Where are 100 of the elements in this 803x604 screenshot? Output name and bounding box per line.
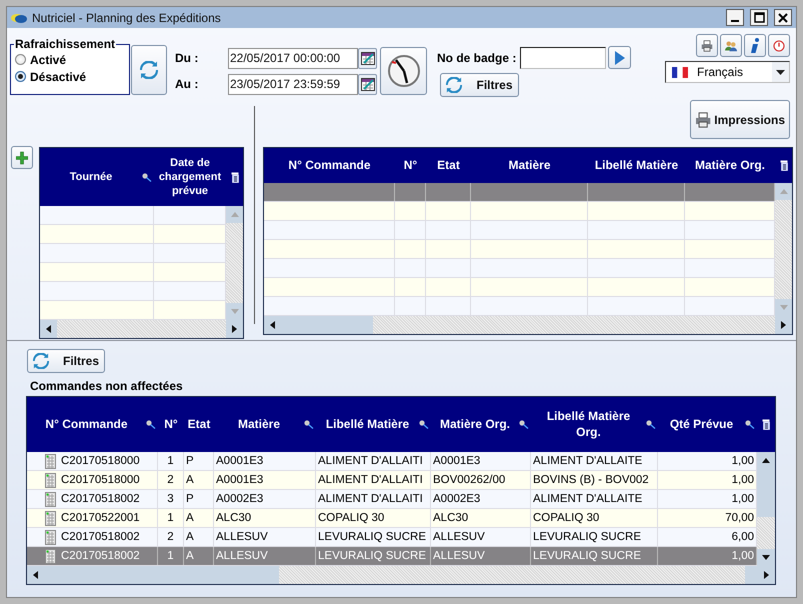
column-header[interactable]: Libellé Matière Org. xyxy=(533,408,644,440)
scrollbar-thumb[interactable] xyxy=(757,469,775,517)
table-cell-text: C20170518000 xyxy=(61,474,141,486)
table-cell-text: C20170518002 xyxy=(61,493,141,505)
clock-icon xyxy=(386,53,422,89)
column-header[interactable]: N° xyxy=(160,416,182,432)
right-arrow-icon[interactable] xyxy=(764,571,769,579)
table-row[interactable]: C20170522001 1 A ALC30 COPALIQ 30 ALC30 COPALIQ 30 70,00 xyxy=(27,509,757,528)
info-icon xyxy=(750,38,760,54)
table-cell-text: A0001E3 xyxy=(216,455,264,467)
print-button[interactable] xyxy=(696,34,718,57)
table-cell-text: C20170518000 xyxy=(61,455,141,467)
table-cell-text: ALIMENT D'ALLAITI xyxy=(318,474,424,486)
document-icon xyxy=(45,548,56,564)
scrollbar-thumb[interactable] xyxy=(281,316,373,334)
group-title: Rafraichissement xyxy=(14,37,116,51)
document-icon xyxy=(45,472,56,488)
table-cell-text: P xyxy=(186,455,195,467)
up-arrow-icon[interactable] xyxy=(762,458,770,463)
table-cell-text: BOVINS (B) - BOV002 xyxy=(533,474,650,486)
date-field[interactable]: 23/05/2017 23:59:59 xyxy=(228,74,358,94)
column-header[interactable]: Qté Prévue xyxy=(660,416,743,432)
radio-button[interactable] xyxy=(15,54,26,65)
clock-button[interactable] xyxy=(380,47,427,95)
info-button[interactable] xyxy=(744,34,766,57)
column-chooser-icon[interactable] xyxy=(230,172,238,182)
date-field[interactable]: 22/05/2017 00:00:00 xyxy=(228,48,358,68)
column-header[interactable]: N° xyxy=(397,158,424,174)
magnifier-icon[interactable] xyxy=(419,420,429,429)
table-cell-text: 1 xyxy=(166,455,175,467)
magnifier-icon[interactable] xyxy=(304,420,314,429)
maximize-icon xyxy=(754,12,764,23)
column-header[interactable]: Tournée xyxy=(42,170,140,184)
column-header[interactable]: Libellé Matière xyxy=(318,416,417,432)
table-row[interactable]: C20170518000 1 P A0001E3 ALIMENT D'ALLAITI A0001E3 ALIMENT D'ALLAITE 1,00 xyxy=(27,452,757,471)
radio-button[interactable] xyxy=(15,71,26,82)
calendar-button[interactable] xyxy=(358,48,377,68)
badge-field[interactable] xyxy=(520,46,606,68)
radio-label[interactable]: Activé xyxy=(30,52,66,66)
column-header[interactable]: Etat xyxy=(428,158,469,174)
column-chooser-icon[interactable] xyxy=(780,160,788,171)
column-header[interactable]: Matière xyxy=(473,158,586,174)
table-row[interactable] xyxy=(264,183,775,202)
table-row[interactable]: C20170518002 2 A ALLESUV LEVURALIQ SUCRE ALLESUV LEVURALIQ SUCRE 6,00 xyxy=(27,528,757,547)
table-cell-text: 1,00 xyxy=(730,474,754,486)
flag-icon xyxy=(672,66,688,78)
minimize-button[interactable] xyxy=(726,9,744,26)
column-header[interactable]: N° Commande xyxy=(29,416,144,432)
right-arrow-icon[interactable] xyxy=(232,325,237,333)
go-button[interactable] xyxy=(608,46,632,69)
column-header[interactable]: Matière Org. xyxy=(433,416,517,432)
table-cell-text: ALLESUV xyxy=(433,531,486,543)
down-arrow-icon[interactable] xyxy=(762,555,770,560)
table-cell-text: ALIMENT D'ALLAITI xyxy=(318,493,424,505)
column-header[interactable]: Libellé Matière xyxy=(590,158,683,174)
column-chooser-icon[interactable] xyxy=(762,419,770,430)
magnifier-icon[interactable] xyxy=(519,420,529,429)
calendar-button[interactable] xyxy=(358,74,377,94)
filters-button[interactable]: Filtres xyxy=(27,349,105,373)
document-icon xyxy=(45,530,56,544)
language-dropdown[interactable]: Français xyxy=(665,61,790,83)
table-row[interactable]: C20170518002 1 A ALLESUV LEVURALIQ SUCRE ALLESUV LEVURALIQ SUCRE 1,00 xyxy=(27,547,757,566)
users-button[interactable] xyxy=(720,34,742,57)
power-button[interactable] xyxy=(768,34,790,57)
column-header[interactable]: Matière Org. xyxy=(687,158,773,174)
table-row[interactable]: C20170518000 2 A A0001E3 ALIMENT D'ALLAITI BOV00262/00 BOVINS (B) - BOV002 1,00 xyxy=(27,471,757,490)
column-header[interactable]: N° Commande xyxy=(266,158,393,174)
column-header[interactable]: Date de chargement prévue xyxy=(156,156,224,198)
close-button[interactable] xyxy=(774,9,792,26)
magnifier-icon[interactable] xyxy=(646,420,656,429)
left-arrow-icon[interactable] xyxy=(270,321,275,329)
magnifier-icon[interactable] xyxy=(142,172,152,182)
impressions-button[interactable]: Impressions xyxy=(690,100,790,139)
horizontal-scrollbar[interactable] xyxy=(264,316,792,334)
table-cell-text: A xyxy=(186,550,195,562)
maximize-button[interactable] xyxy=(750,9,768,26)
column-header[interactable]: Etat xyxy=(186,416,212,432)
table-cell-text: LEVURALIQ SUCRE xyxy=(533,531,642,543)
add-button[interactable] xyxy=(11,146,33,169)
radio-label[interactable]: Désactivé xyxy=(30,70,86,84)
horizontal-scrollbar[interactable] xyxy=(27,566,775,584)
table-row[interactable]: C20170518002 3 P A0002E3 ALIMENT D'ALLAITI A0002E3 ALIMENT D'ALLAITE 1,00 xyxy=(27,490,757,509)
vertical-scrollbar[interactable] xyxy=(757,452,775,566)
filters-button[interactable]: Filtres xyxy=(440,73,519,97)
refresh-button[interactable] xyxy=(131,45,167,95)
left-arrow-icon[interactable] xyxy=(46,325,51,333)
calendar-icon xyxy=(360,77,374,91)
caret-icon xyxy=(776,70,785,74)
magnifier-icon[interactable] xyxy=(745,420,755,429)
table-cell-text: 70,00 xyxy=(724,512,754,524)
magnifier-icon[interactable] xyxy=(146,420,156,429)
table-cell-text: 1,00 xyxy=(730,493,754,505)
left-arrow-icon[interactable] xyxy=(33,571,38,579)
table-cell-text: ALLESUV xyxy=(216,550,269,562)
right-arrow-icon[interactable] xyxy=(781,321,786,329)
scrollbar-thumb[interactable] xyxy=(44,566,279,584)
table-cell-text: 2 xyxy=(166,531,175,543)
table-cell-text: ALLESUV xyxy=(216,531,269,543)
horizontal-scrollbar[interactable] xyxy=(40,320,243,338)
column-header[interactable]: Matière xyxy=(216,416,302,432)
